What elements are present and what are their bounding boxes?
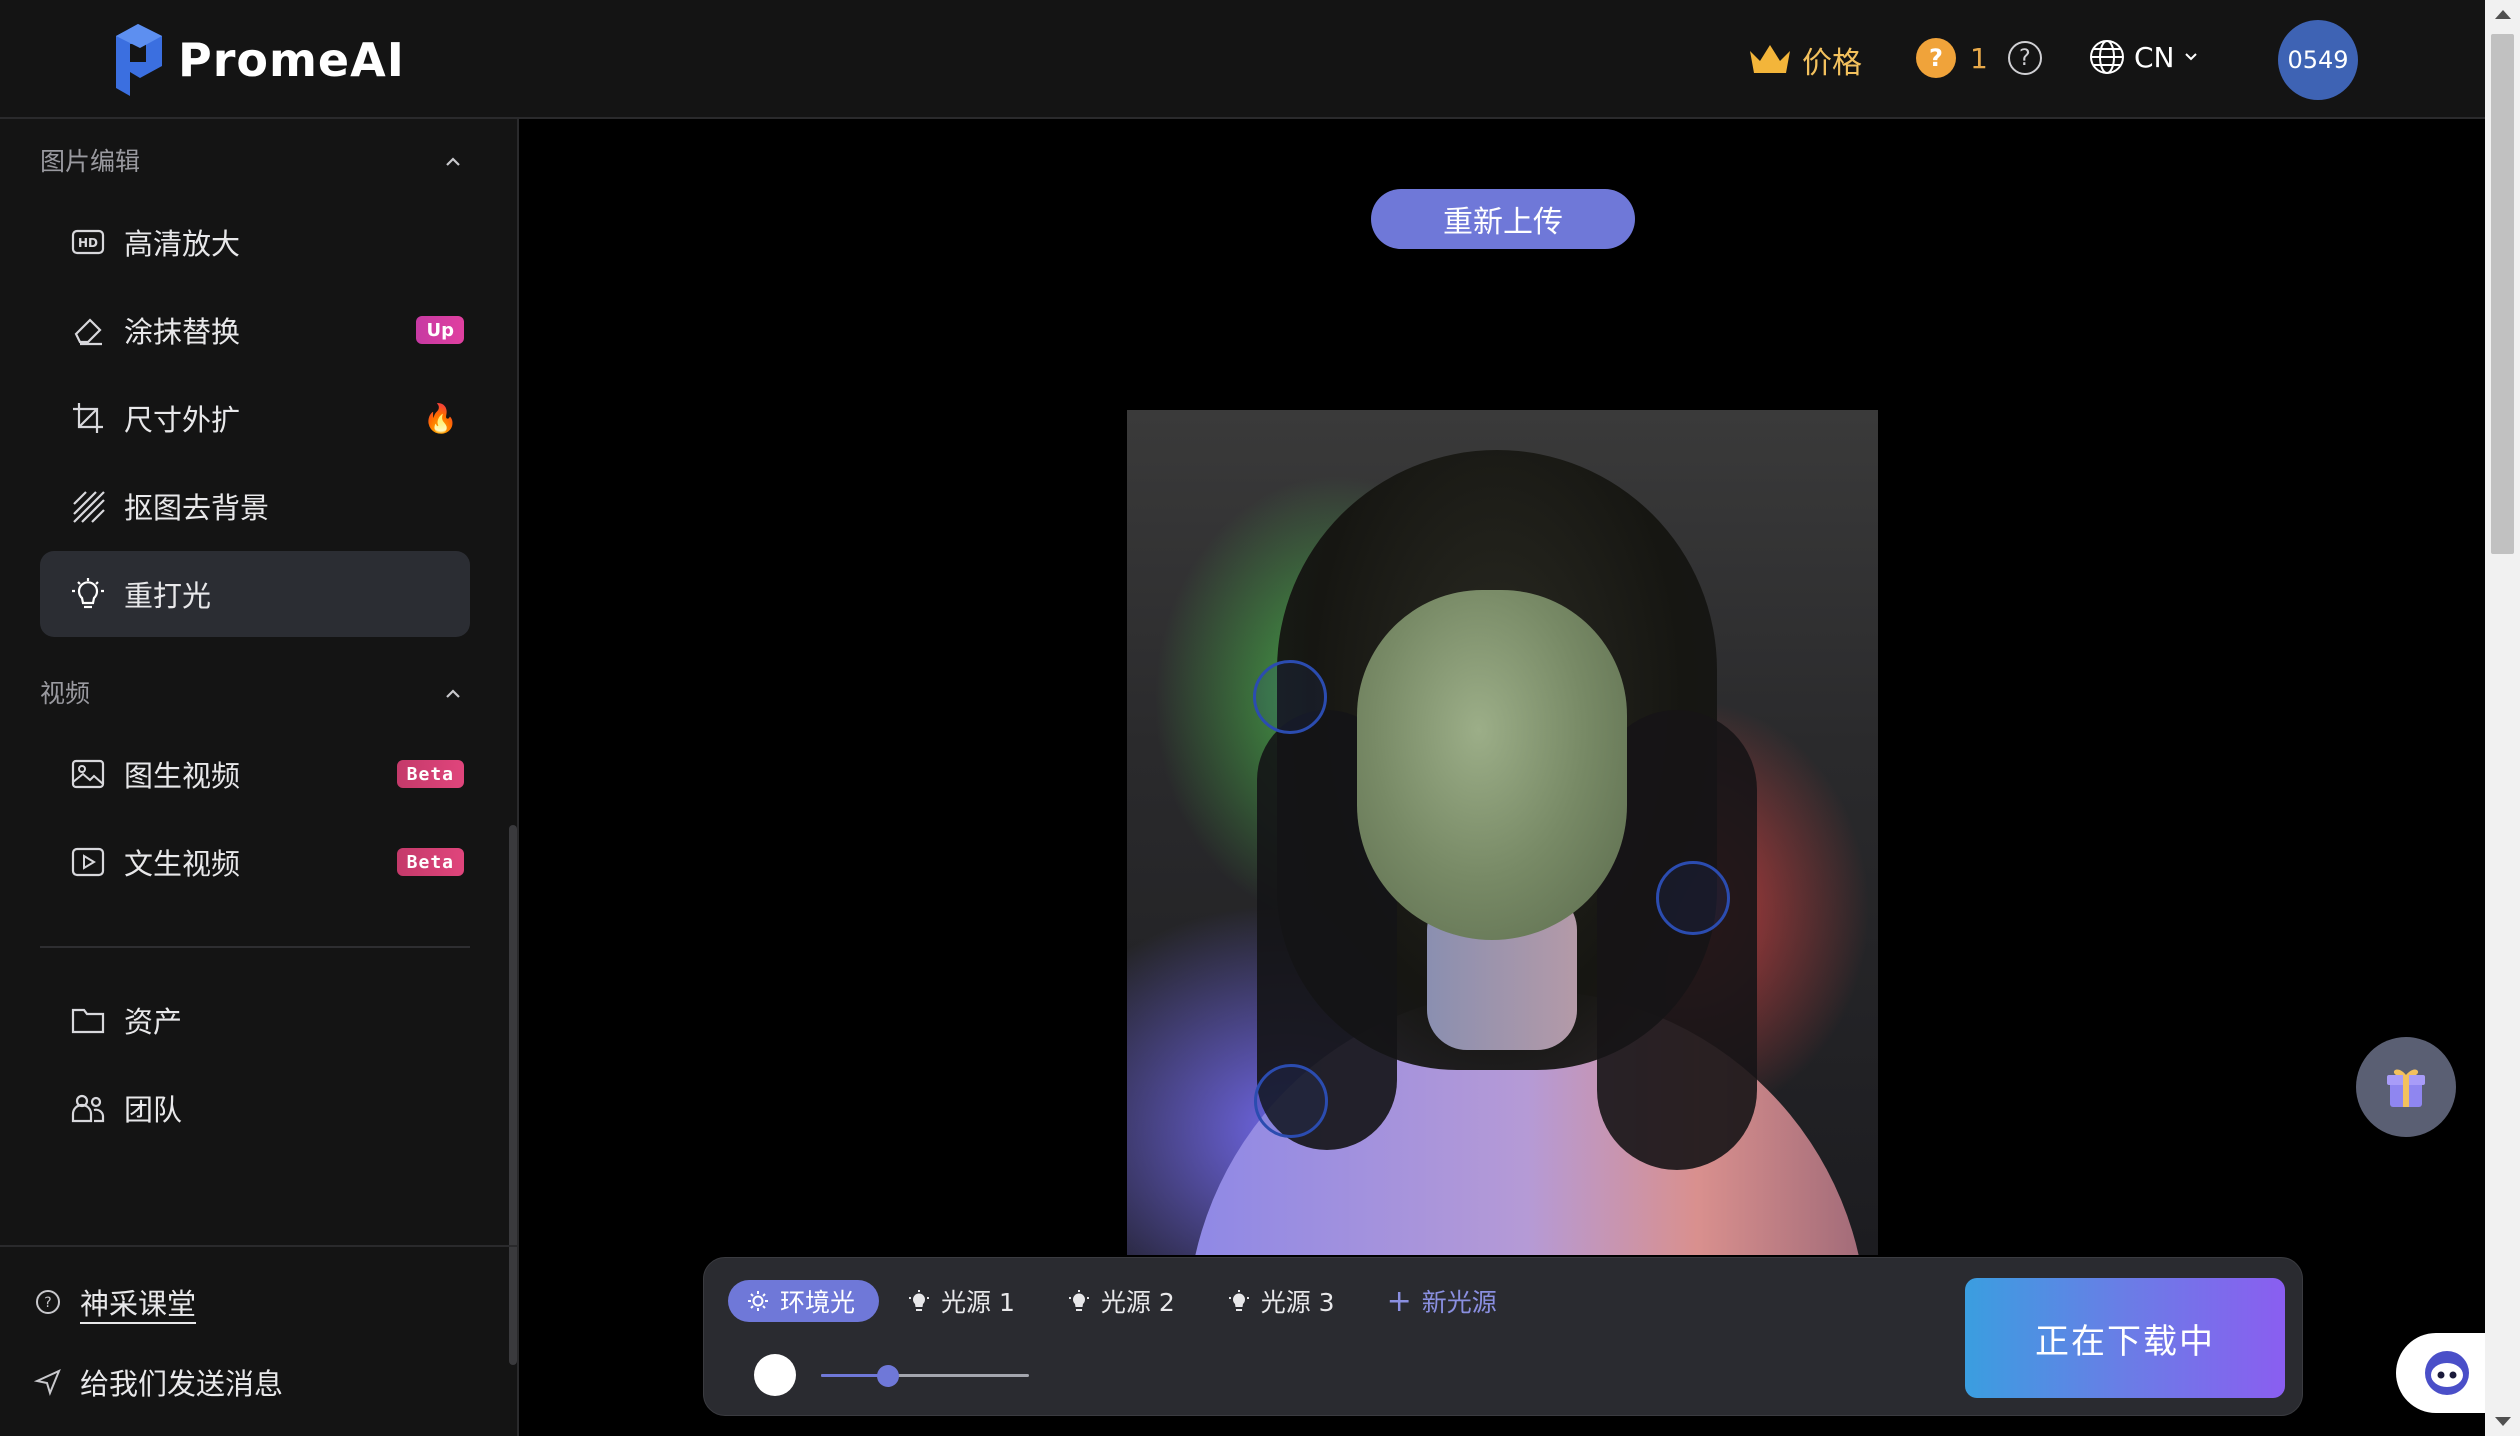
scrollbar-thumb[interactable] <box>2491 34 2514 554</box>
sidebar-item-outpaint[interactable]: 尺寸外扩 🔥 <box>40 375 470 461</box>
plus-icon: + <box>1386 1283 1412 1319</box>
add-light-button[interactable]: + 新光源 <box>1369 1280 1521 1322</box>
divider <box>40 946 470 948</box>
folder-icon <box>71 1008 105 1034</box>
scroll-down-arrow-icon[interactable] <box>2495 1417 2511 1426</box>
sidebar-item-team[interactable]: 团队 <box>40 1065 470 1151</box>
tab-label: 环境光 <box>780 1288 856 1317</box>
svg-text:HD: HD <box>78 236 98 250</box>
academy-label: 神采课堂 <box>80 1287 197 1321</box>
sidebar-item-upscale[interactable]: HD 高清放大 <box>40 199 470 285</box>
bulb-icon <box>1228 1290 1249 1311</box>
sidebar-item-label: 高清放大 <box>124 227 241 261</box>
light-source-marker-red[interactable] <box>1656 861 1730 935</box>
tab-label: 光源 2 <box>1100 1288 1175 1317</box>
tab-label: 光源 1 <box>941 1288 1015 1317</box>
sidebar-item-label: 重打光 <box>124 579 212 613</box>
logo-text: PromeAI <box>178 33 405 87</box>
language-selector[interactable]: CN <box>2088 38 2199 76</box>
crop-icon <box>73 403 103 433</box>
price-link[interactable]: 价格 <box>1748 38 1862 82</box>
gift-icon <box>2387 1069 2425 1107</box>
crown-icon <box>1750 45 1790 73</box>
svg-text:?: ? <box>44 1295 51 1311</box>
page-scrollbar[interactable] <box>2485 0 2520 1436</box>
light-source-marker-green[interactable] <box>1253 660 1327 734</box>
top-header: PromeAI 价格 ? 1 ? CN 0549 <box>0 0 2485 119</box>
sidebar-item-label: 涂抹替换 <box>124 315 241 349</box>
bulb-icon <box>1068 1290 1089 1311</box>
academy-link[interactable]: ? 神采课堂 <box>34 1281 196 1323</box>
image-face <box>1357 590 1627 940</box>
sidebar-item-relight[interactable]: 重打光 <box>40 551 470 637</box>
beta-badge: Beta <box>396 848 464 876</box>
intensity-slider[interactable] <box>821 1365 1029 1387</box>
promeai-logo-icon <box>116 24 162 96</box>
send-icon <box>34 1369 61 1396</box>
sidebar-item-text-to-video[interactable]: 文生视频 Beta <box>40 819 470 905</box>
credits-count: 1 <box>1970 41 1988 75</box>
sidebar: 图片编辑 HD 高清放大 涂抹替换 Up 尺寸外扩 🔥 抠图去背景 重打光 视频… <box>0 119 519 1436</box>
section-title-image-edit: 图片编辑 <box>40 147 141 176</box>
scroll-up-arrow-icon[interactable] <box>2495 10 2511 19</box>
tab-label: 光源 3 <box>1260 1288 1335 1317</box>
section-title-video: 视频 <box>40 679 91 708</box>
sidebar-item-label: 文生视频 <box>124 847 241 881</box>
team-icon <box>71 1094 105 1123</box>
stripes-icon <box>73 491 105 523</box>
sidebar-item-inpaint[interactable]: 涂抹替换 Up <box>40 287 470 373</box>
logo[interactable]: PromeAI <box>108 20 405 100</box>
play-icon <box>71 847 105 877</box>
sidebar-item-label: 图生视频 <box>124 759 241 793</box>
intensity-slider-handle[interactable] <box>876 1365 899 1387</box>
hd-icon: HD <box>71 229 105 255</box>
tab-light-1[interactable]: 光源 1 <box>889 1280 1039 1322</box>
light-tabs: 环境光 光源 1 光源 2 光源 3 + 新光源 <box>728 1280 1521 1322</box>
beta-badge: Beta <box>396 760 464 788</box>
download-button[interactable]: 正在下载中 <box>1965 1278 2285 1398</box>
globe-icon <box>2090 40 2124 74</box>
bulb-icon <box>909 1290 930 1311</box>
tab-light-2[interactable]: 光源 2 <box>1049 1280 1199 1322</box>
relight-image[interactable] <box>1127 410 1878 1255</box>
light-source-marker-blue[interactable] <box>1254 1064 1328 1138</box>
sidebar-item-label: 尺寸外扩 <box>124 403 241 437</box>
sidebar-item-label: 团队 <box>124 1093 183 1127</box>
reupload-button[interactable]: 重新上传 <box>1371 189 1635 249</box>
question-circle-icon: ? <box>36 1290 60 1314</box>
coin-icon: ? <box>1916 38 1956 78</box>
sun-icon <box>748 1291 768 1311</box>
lightbulb-icon <box>72 578 104 609</box>
image-video-icon <box>71 759 105 789</box>
hot-fire-icon: 🔥 <box>423 401 458 435</box>
lighting-control-panel: 环境光 光源 1 光源 2 光源 3 + 新光源 正在下载中 <box>703 1257 2303 1416</box>
language-label: CN <box>2134 40 2175 74</box>
up-badge: Up <box>416 316 464 344</box>
feedback-label: 给我们发送消息 <box>80 1367 284 1401</box>
sidebar-item-label: 抠图去背景 <box>124 491 270 525</box>
light-color-picker[interactable] <box>754 1354 796 1396</box>
gift-button[interactable] <box>2356 1037 2456 1137</box>
price-label: 价格 <box>1802 46 1862 81</box>
chevron-up-icon[interactable] <box>442 151 464 173</box>
sidebar-item-label: 资产 <box>124 1005 183 1039</box>
sidebar-item-remove-bg[interactable]: 抠图去背景 <box>40 463 470 549</box>
add-light-label: 新光源 <box>1421 1288 1497 1317</box>
sidebar-item-assets[interactable]: 资产 <box>40 977 470 1063</box>
help-icon[interactable]: ? <box>2007 41 2042 75</box>
avatar[interactable]: 0549 <box>2278 20 2358 100</box>
tab-light-3[interactable]: 光源 3 <box>1209 1280 1359 1322</box>
eraser-icon <box>74 318 102 346</box>
chevron-up-icon[interactable] <box>442 683 464 705</box>
feedback-link[interactable]: 给我们发送消息 <box>34 1361 283 1403</box>
sidebar-footer: ? 神采课堂 给我们发送消息 <box>0 1245 517 1436</box>
credits-display[interactable]: ? 1 ? <box>1916 38 2042 78</box>
robot-face-icon <box>2425 1351 2469 1395</box>
sidebar-item-image-to-video[interactable]: 图生视频 Beta <box>40 731 470 817</box>
tab-ambient-light[interactable]: 环境光 <box>728 1280 880 1322</box>
chevron-down-icon <box>2184 53 2197 61</box>
